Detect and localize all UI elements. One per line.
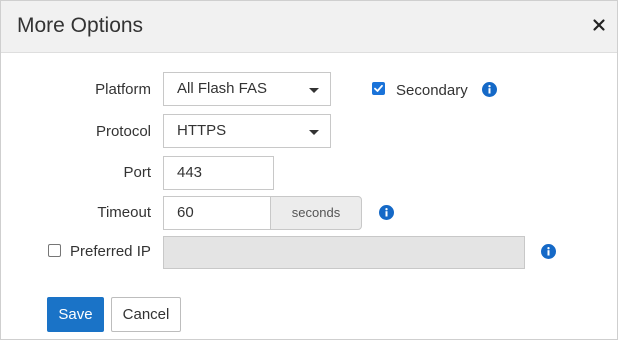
platform-label: Platform (95, 81, 151, 98)
close-icon[interactable] (590, 16, 608, 34)
preferred-ip-checkbox[interactable] (48, 244, 61, 257)
dialog-title: More Options (17, 14, 144, 37)
more-options-dialog: More Options Platform All Flash FAS Seco… (0, 0, 618, 340)
timeout-value: 60 (177, 204, 194, 221)
timeout-unit-addon: seconds (270, 196, 362, 230)
secondary-label: Secondary (396, 82, 468, 99)
preferred-ip-label: Preferred IP (70, 243, 151, 260)
preferred-ip-info-icon[interactable] (541, 244, 556, 259)
secondary-checkbox[interactable] (372, 82, 385, 95)
port-input[interactable]: 443 (163, 156, 274, 190)
protocol-selected-value: HTTPS (177, 122, 227, 139)
timeout-info-icon[interactable] (379, 205, 394, 220)
chevron-down-icon (309, 130, 319, 135)
cancel-button[interactable]: Cancel (111, 297, 181, 332)
secondary-info-icon[interactable] (482, 82, 497, 97)
save-button[interactable]: Save (47, 297, 104, 332)
port-label: Port (123, 164, 151, 181)
protocol-select[interactable]: HTTPS (163, 114, 331, 148)
chevron-down-icon (309, 88, 319, 93)
platform-select[interactable]: All Flash FAS (163, 72, 331, 106)
dialog-header: More Options (1, 1, 617, 53)
timeout-label: Timeout (97, 204, 151, 221)
protocol-label: Protocol (95, 123, 151, 140)
preferred-ip-input (163, 236, 525, 269)
port-value: 443 (177, 164, 203, 181)
platform-selected-value: All Flash FAS (177, 80, 268, 97)
timeout-input[interactable]: 60 (163, 196, 271, 230)
